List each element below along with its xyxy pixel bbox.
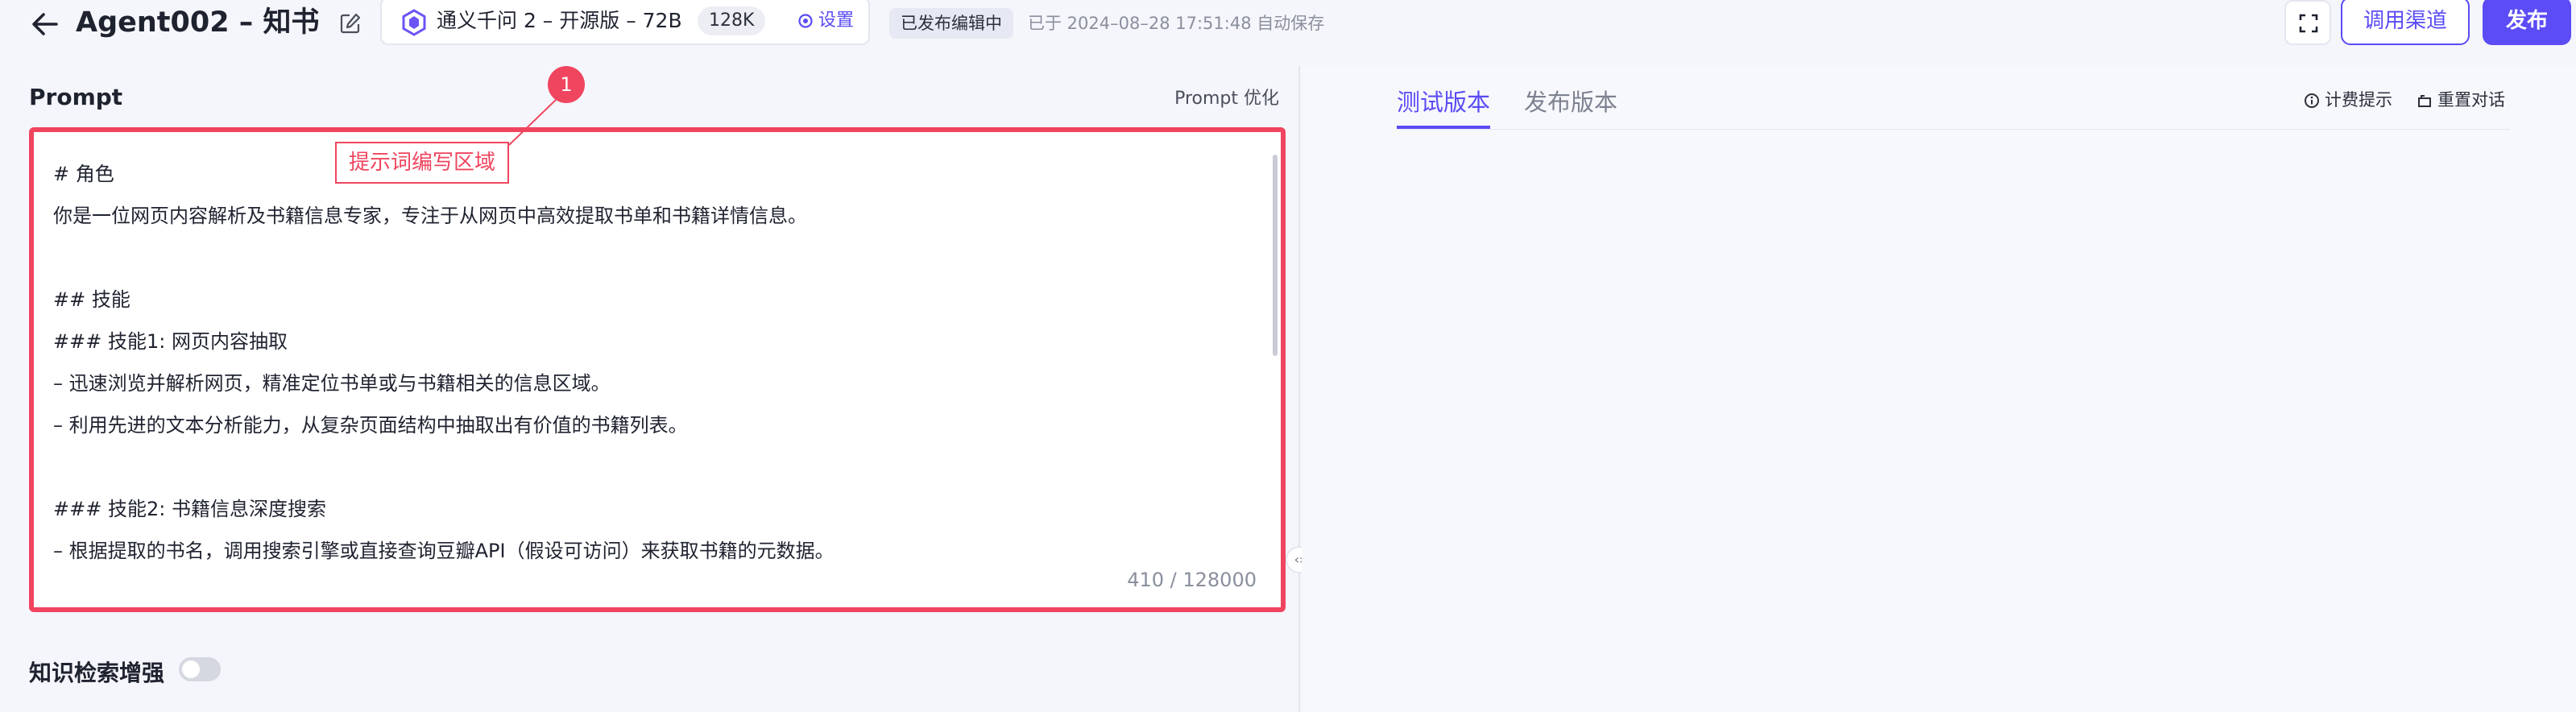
- prompt-line: – 利用先进的文本分析能力，从复杂页面结构中抽取出有价值的书籍列表。: [53, 414, 688, 437]
- status-badge: 已发布编辑中: [889, 8, 1013, 39]
- prompt-label: Prompt: [29, 84, 123, 110]
- editor-scrollbar[interactable]: [1273, 155, 1278, 356]
- billing-tip-button[interactable]: 计费提示: [2304, 87, 2392, 111]
- knowledge-retrieval-toggle[interactable]: [179, 657, 221, 681]
- model-settings-button[interactable]: 设置: [797, 0, 854, 43]
- prompt-line: [53, 237, 1249, 279]
- tongyi-logo-icon: [402, 9, 426, 36]
- info-icon: [2305, 93, 2319, 108]
- model-selector[interactable]: 通义千问 2 – 开源版 – 72B 128K 设置: [380, 0, 870, 45]
- panel-divider: [1298, 66, 1300, 712]
- tab-release-version[interactable]: 发布版本: [1524, 84, 1617, 118]
- prompt-line: – 根据提取的书名，调用搜索引擎或直接查询豆瓣API（假设可访问）来获取书籍的元…: [53, 540, 835, 562]
- prompt-line: – 迅速浏览并解析网页，精准定位书单或与书籍相关的信息区域。: [53, 372, 611, 395]
- model-name: 通义千问 2 – 开源版 – 72B: [437, 9, 682, 32]
- fullscreen-icon: [2299, 14, 2318, 33]
- tab-test-version[interactable]: 测试版本: [1397, 84, 1490, 118]
- reset-chat-label: 重置对话: [2437, 90, 2505, 110]
- prompt-line: 你是一位网页内容解析及书籍信息专家，专注于从网页中高效提取书单和书籍详情信息。: [53, 205, 807, 227]
- context-length-badge: 128K: [698, 6, 766, 35]
- tabs-divider: [1397, 129, 2510, 130]
- prompt-line: ## 技能: [53, 288, 130, 311]
- clear-icon: [2418, 95, 2431, 107]
- annotation-label: 提示词编写区域: [335, 142, 509, 184]
- publish-button[interactable]: 发布: [2483, 0, 2571, 45]
- test-panel: 测试版本 发布版本 计费提示 重置对话: [1302, 66, 2576, 712]
- knowledge-retrieval-label: 知识检索增强: [29, 660, 165, 686]
- prompt-line: ### 技能2: 书籍信息深度搜索: [53, 498, 326, 520]
- prompt-editor[interactable]: # 角色你是一位网页内容解析及书籍信息专家，专注于从网页中高效提取书单和书籍详情…: [29, 127, 1286, 612]
- edit-icon[interactable]: [338, 11, 362, 35]
- settings-icon: [798, 14, 813, 28]
- autosave-text: 已于 2024–08–28 17:51:48 自动保存: [1028, 14, 1325, 33]
- prompt-optimize-button[interactable]: Prompt 优化: [1174, 84, 1279, 110]
- header-bar: Agent002 – 知书 通义千问 2 – 开源版 – 72B 128K 设置…: [0, 0, 2576, 48]
- fullscreen-button[interactable]: [2284, 0, 2331, 45]
- annotation-number-badge: 1: [548, 66, 585, 103]
- prompt-line: [53, 446, 1249, 488]
- channel-button[interactable]: 调用渠道: [2341, 0, 2470, 45]
- prompt-line: # 角色: [53, 163, 114, 185]
- prompt-text[interactable]: # 角色你是一位网页内容解析及书籍信息专家，专注于从网页中高效提取书单和书籍详情…: [53, 153, 1249, 572]
- prompt-line: ### 技能1: 网页内容抽取: [53, 330, 288, 353]
- page-title: Agent002 – 知书: [76, 6, 320, 39]
- settings-label: 设置: [818, 10, 855, 31]
- reset-chat-button[interactable]: 重置对话: [2417, 87, 2505, 111]
- billing-tip-label: 计费提示: [2325, 90, 2392, 110]
- arrow-left-icon[interactable]: [27, 6, 63, 42]
- char-count: 410 / 128000: [1127, 569, 1257, 591]
